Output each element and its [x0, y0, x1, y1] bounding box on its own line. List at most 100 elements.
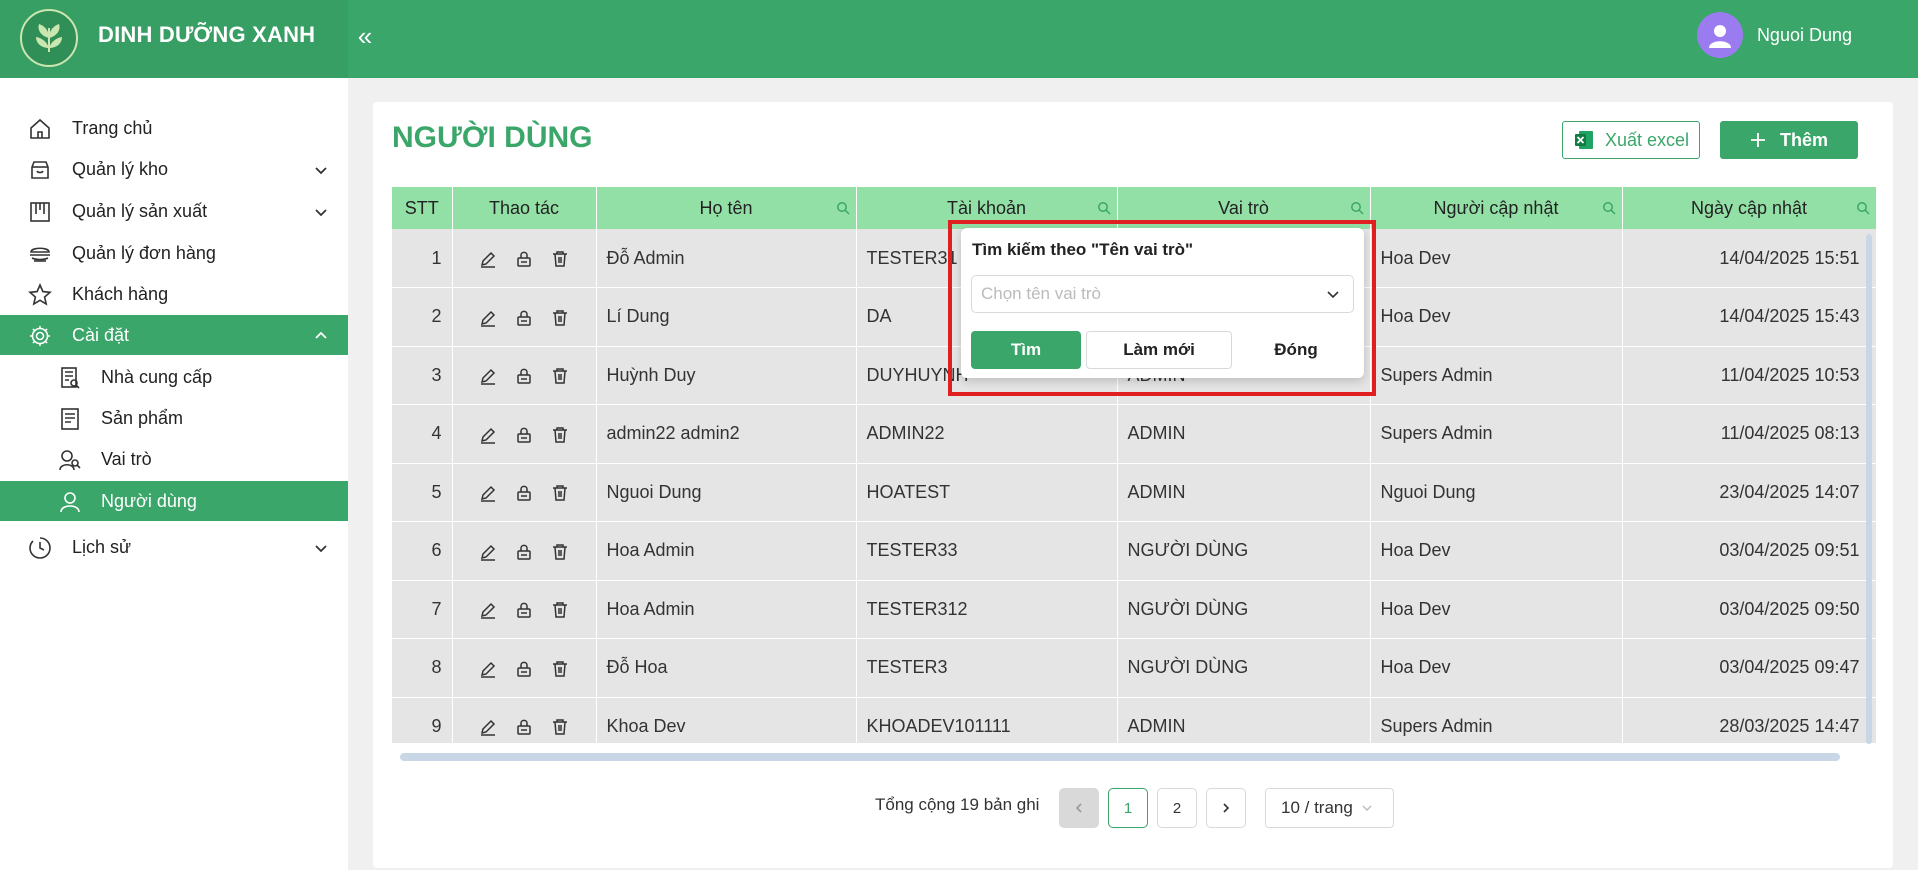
- sidebar-item-history[interactable]: Lịch sử: [0, 527, 348, 567]
- chevron-right-icon: [1223, 803, 1230, 813]
- cell-updater: Supers Admin: [1370, 346, 1623, 405]
- plus-icon: [1750, 133, 1765, 147]
- sidebar-item-users[interactable]: Người dùng: [0, 481, 348, 521]
- table-row[interactable]: 5 Nguoi Dung HOATEST ADMIN Nguoi Dung 23/04/2…: [392, 463, 1876, 522]
- lock-icon[interactable]: [515, 367, 533, 385]
- sidebar: Trang chủ Quản lý kho Quản lý sản xuất Q…: [0, 78, 348, 870]
- search-icon[interactable]: [1350, 201, 1364, 215]
- pagination-next-button[interactable]: [1206, 788, 1246, 828]
- cell-updated-date: 03/04/2025 09:50: [1622, 580, 1876, 639]
- brand-area: DINH DƯỠNG XANH: [0, 0, 348, 78]
- page-size-select[interactable]: 10 / trang: [1265, 788, 1394, 828]
- edit-icon[interactable]: [479, 367, 497, 385]
- delete-icon[interactable]: [551, 660, 569, 678]
- sidebar-item-suppliers[interactable]: Nhà cung cấp: [0, 357, 348, 397]
- cell-updated-date: 11/04/2025 10:53: [1622, 346, 1876, 405]
- delete-icon[interactable]: [551, 367, 569, 385]
- delete-icon[interactable]: [551, 484, 569, 502]
- edit-icon[interactable]: [479, 309, 497, 327]
- search-icon[interactable]: [1097, 201, 1111, 215]
- column-header-stt: STT: [392, 187, 453, 229]
- cell-updated-date: 14/04/2025 15:51: [1622, 229, 1876, 288]
- cell-stt: 1: [392, 229, 453, 288]
- cell-actions: [452, 229, 597, 288]
- sidebar-item-label: Sản phẩm: [101, 407, 184, 428]
- cell-updater: Nguoi Dung: [1370, 463, 1623, 522]
- export-excel-button[interactable]: Xuất excel: [1562, 121, 1700, 159]
- lock-icon[interactable]: [515, 426, 533, 444]
- collapse-sidebar-button[interactable]: «: [350, 20, 380, 52]
- vertical-scrollbar[interactable]: [1866, 234, 1872, 744]
- column-header-updated-date: Ngày cập nhật: [1622, 187, 1876, 229]
- delete-icon[interactable]: [551, 250, 569, 268]
- edit-icon[interactable]: [479, 718, 497, 736]
- cell-name: Đỗ Admin: [596, 229, 857, 288]
- cell-updater: Hoa Dev: [1370, 229, 1623, 288]
- cell-actions: [452, 697, 597, 743]
- lock-icon[interactable]: [515, 484, 533, 502]
- search-icon[interactable]: [1602, 201, 1616, 215]
- delete-icon[interactable]: [551, 718, 569, 736]
- pagination-page-1[interactable]: 1: [1108, 788, 1148, 828]
- cell-actions: [452, 287, 597, 347]
- horizontal-scrollbar[interactable]: [400, 753, 1840, 761]
- edit-icon[interactable]: [479, 250, 497, 268]
- cell-role: ADMIN: [1117, 463, 1371, 522]
- sidebar-item-label: Quản lý đơn hàng: [72, 242, 216, 263]
- lock-icon[interactable]: [515, 543, 533, 561]
- edit-icon[interactable]: [479, 660, 497, 678]
- sidebar-item-label: Nhà cung cấp: [101, 366, 213, 387]
- cell-updater: Supers Admin: [1370, 697, 1623, 743]
- table-row[interactable]: 9 Khoa Dev KHOADEV101111 ADMIN Supers Admin 2…: [392, 697, 1876, 743]
- table-row[interactable]: 7 Hoa Admin TESTER312 NGƯỜI DÙNG Hoa Dev 03/0…: [392, 580, 1876, 639]
- brand-name: DINH DƯỠNG XANH: [98, 22, 316, 47]
- cell-updated-date: 23/04/2025 14:07: [1622, 463, 1876, 522]
- edit-icon[interactable]: [479, 426, 497, 444]
- column-header-actions: Thao tác: [452, 187, 597, 229]
- cell-updater: Hoa Dev: [1370, 580, 1623, 639]
- table-row[interactable]: 6 Hoa Admin TESTER33 NGƯỜI DÙNG Hoa Dev 03/04…: [392, 521, 1876, 581]
- sidebar-item-production[interactable]: Quản lý sản xuất: [0, 191, 348, 231]
- cell-account: TESTER3: [856, 638, 1118, 698]
- delete-icon[interactable]: [551, 601, 569, 619]
- search-icon[interactable]: [836, 201, 850, 215]
- cell-actions: [452, 580, 597, 639]
- pagination-page-2[interactable]: 2: [1157, 788, 1197, 828]
- sidebar-item-customers[interactable]: Khách hàng: [0, 274, 348, 314]
- delete-icon[interactable]: [551, 543, 569, 561]
- lock-icon[interactable]: [515, 250, 533, 268]
- sidebar-item-home[interactable]: Trang chủ: [0, 108, 348, 148]
- edit-icon[interactable]: [479, 543, 497, 561]
- sidebar-item-products[interactable]: Sản phẩm: [0, 398, 348, 438]
- sidebar-item-warehouse[interactable]: Quản lý kho: [0, 149, 348, 189]
- supplier-icon: [61, 367, 80, 389]
- cell-actions: [452, 521, 597, 581]
- lock-icon[interactable]: [515, 718, 533, 736]
- lock-icon[interactable]: [515, 660, 533, 678]
- add-user-button[interactable]: Thêm: [1720, 121, 1858, 159]
- sidebar-item-settings[interactable]: Cài đặt: [0, 315, 348, 355]
- lock-icon[interactable]: [515, 309, 533, 327]
- lock-icon[interactable]: [515, 601, 533, 619]
- table-row[interactable]: 4 admin22 admin2 ADMIN22 ADMIN Supers Admin 1…: [392, 404, 1876, 464]
- sidebar-item-label: Người dùng: [101, 490, 197, 511]
- search-icon[interactable]: [1856, 201, 1870, 215]
- edit-icon[interactable]: [479, 601, 497, 619]
- column-header-updater: Người cập nhật: [1370, 187, 1623, 229]
- table-row[interactable]: 8 Đỗ Hoa TESTER3 NGƯỜI DÙNG Hoa Dev 03/04/202…: [392, 638, 1876, 698]
- cell-role: ADMIN: [1117, 697, 1371, 743]
- sidebar-item-orders[interactable]: Quản lý đơn hàng: [0, 233, 348, 273]
- delete-icon[interactable]: [551, 426, 569, 444]
- column-header-label: Vai trò: [1218, 197, 1269, 218]
- sidebar-item-roles[interactable]: Vai trò: [0, 439, 348, 479]
- delete-icon[interactable]: [551, 309, 569, 327]
- history-icon: [29, 537, 51, 559]
- user-menu[interactable]: Nguoi Dung: [1696, 12, 1852, 58]
- user-name[interactable]: Nguoi Dung: [1757, 25, 1852, 46]
- edit-icon[interactable]: [479, 484, 497, 502]
- pagination-prev-button[interactable]: [1059, 788, 1099, 828]
- home-icon: [30, 118, 50, 139]
- highlight-box: [948, 220, 1376, 396]
- cell-name: Khoa Dev: [596, 697, 857, 743]
- avatar[interactable]: [1696, 12, 1743, 58]
